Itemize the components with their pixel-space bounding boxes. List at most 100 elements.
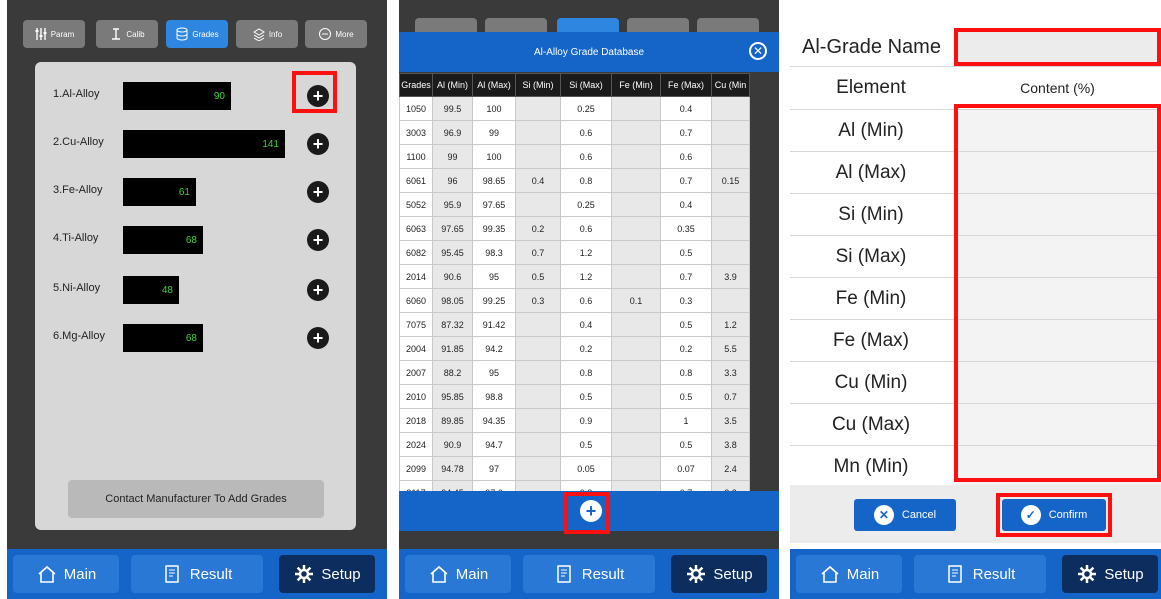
table-cell: 0.6 <box>560 120 612 145</box>
table-row[interactable]: 2024 90.9 94.7 0.5 0.5 3.8 <box>399 432 750 457</box>
main-nav-button[interactable]: Main <box>796 555 902 593</box>
table-cell: 97.65 <box>472 192 516 217</box>
table-cell: 2010 <box>399 384 433 409</box>
add-grade-button[interactable]: + <box>307 327 329 349</box>
table-row[interactable]: 2007 88.2 95 0.8 0.8 3.3 <box>399 360 750 385</box>
table-cell: 0.2 <box>560 336 612 361</box>
grade-label: 2.Cu-Alloy <box>53 136 104 148</box>
table-cell: 0.1 <box>611 288 661 313</box>
column-header: Grades <box>399 73 433 97</box>
result-nav-button[interactable]: Result <box>523 555 655 593</box>
setup-nav-button[interactable]: Setup <box>279 555 375 593</box>
dialog-header: Al-Alloy Grade Database ✕ <box>399 32 779 72</box>
result-nav-label: Result <box>972 565 1016 583</box>
add-grade-button[interactable]: + <box>307 279 329 301</box>
grades-tab[interactable]: Grades <box>166 20 228 48</box>
table-row[interactable]: 1100 99 100 0.6 0.6 <box>399 144 750 169</box>
table-cell: 0.5 <box>560 432 612 457</box>
table-row[interactable]: 2099 94.78 97 0.05 0.07 2.4 <box>399 456 750 481</box>
table-cell: 3.9 <box>711 264 750 289</box>
add-grade-button[interactable]: + <box>307 229 329 251</box>
table-cell: 0.5 <box>560 384 612 409</box>
table-cell: 0.05 <box>560 456 612 481</box>
element-label: Cu (Max) <box>831 414 911 435</box>
table-cell: 89.85 <box>432 408 473 433</box>
table-row[interactable]: 1050 99.5 100 0.25 0.4 <box>399 96 750 121</box>
table-row[interactable]: 2010 95.85 98.8 0.5 0.5 0.7 <box>399 384 750 409</box>
grid-header-row: Element Content (%) <box>790 66 1161 109</box>
table-cell <box>515 432 561 457</box>
table-cell: 0.9 <box>560 408 612 433</box>
more-tab[interactable]: More <box>305 20 367 48</box>
table-cell: 91.85 <box>432 336 473 361</box>
param-tab[interactable]: Param <box>23 20 85 48</box>
table-row[interactable]: 6082 95.45 98.3 0.7 1.2 0.5 <box>399 240 750 265</box>
table-cell: 88.2 <box>432 360 473 385</box>
table-cell: 1.2 <box>560 240 612 265</box>
table-cell: 98.8 <box>472 384 516 409</box>
table-cell: 0.7 <box>660 168 712 193</box>
table-row[interactable]: 6063 97.65 99.35 0.2 0.6 0.35 <box>399 216 750 241</box>
table-cell: 3.5 <box>711 408 750 433</box>
table-row[interactable]: 6061 96 98.65 0.4 0.8 0.7 0.15 <box>399 168 750 193</box>
table-cell: 99.5 <box>432 96 473 121</box>
calib-tab[interactable]: Calib <box>96 20 158 48</box>
table-cell: 0.4 <box>660 192 712 217</box>
table-cell: 0.3 <box>515 288 561 313</box>
table-cell: 98.05 <box>432 288 473 313</box>
table-cell: 2014 <box>399 264 433 289</box>
table-row[interactable]: 7075 87.32 91.42 0.4 0.5 1.2 <box>399 312 750 337</box>
result-nav-button[interactable]: Result <box>914 555 1046 593</box>
home-icon <box>430 565 448 583</box>
close-icon: ✕ <box>873 505 894 525</box>
main-nav-label: Main <box>846 565 880 583</box>
report-icon <box>556 565 571 583</box>
table-cell <box>611 336 661 361</box>
table-cell: 91.42 <box>472 312 516 337</box>
table-cell <box>611 240 661 265</box>
result-nav-label: Result <box>581 565 625 583</box>
grade-name-row: Al-Grade Name <box>790 28 1161 66</box>
close-icon[interactable]: ✕ <box>749 42 767 60</box>
table-cell: 90.6 <box>432 264 473 289</box>
table-row[interactable]: 2014 90.6 95 0.5 1.2 0.7 3.9 <box>399 264 750 289</box>
table-row[interactable]: 2018 89.85 94.35 0.9 1 3.5 <box>399 408 750 433</box>
table-cell <box>611 408 661 433</box>
content-header: Content (%) <box>954 67 1161 109</box>
setup-nav-button[interactable]: Setup <box>1062 555 1158 593</box>
table-cell <box>515 192 561 217</box>
table-row[interactable]: 2004 91.85 94.2 0.2 0.2 5.5 <box>399 336 750 361</box>
element-label: Cu (Min) <box>834 372 908 393</box>
table-cell: 6063 <box>399 216 433 241</box>
result-nav-button[interactable]: Result <box>131 555 263 593</box>
table-row[interactable]: 6060 98.05 99.25 0.3 0.6 0.1 0.3 <box>399 288 750 313</box>
add-grade-button[interactable]: + <box>307 181 329 203</box>
cancel-button[interactable]: ✕ Cancel <box>854 499 956 531</box>
grade-label: 3.Fe-Alloy <box>53 184 103 196</box>
info-tab[interactable]: Info <box>236 20 298 48</box>
table-cell <box>611 216 661 241</box>
table-row[interactable]: 5052 95.9 97.65 0.25 0.4 <box>399 192 750 217</box>
grade-label: 6.Mg-Alloy <box>53 330 105 342</box>
table-cell: 0.3 <box>660 288 712 313</box>
table-cell <box>515 336 561 361</box>
table-cell: 97 <box>472 456 516 481</box>
table-cell: 0.5 <box>660 240 712 265</box>
main-nav-button[interactable]: Main <box>405 555 511 593</box>
add-grade-button[interactable]: + <box>307 133 329 155</box>
table-cell: 100 <box>472 96 516 121</box>
add-grade-screen: Al-Grade Name Element Content (%) Al (Mi… <box>790 0 1161 599</box>
main-nav-button[interactable]: Main <box>13 555 119 593</box>
dialog-footer: + <box>399 491 779 534</box>
info-stack-icon <box>252 28 265 41</box>
grade-row: 3.Fe-Alloy 61 + <box>35 176 356 206</box>
table-cell: 99 <box>472 120 516 145</box>
contact-manufacturer-button[interactable]: Contact Manufacturer To Add Grades <box>68 480 324 518</box>
table-row[interactable]: 3003 96.9 99 0.6 0.7 <box>399 120 750 145</box>
table-cell: 0.6 <box>560 144 612 169</box>
setup-nav-button[interactable]: Setup <box>671 555 767 593</box>
table-cell: 99.25 <box>472 288 516 313</box>
highlight-box <box>564 492 610 534</box>
table-cell <box>611 264 661 289</box>
table-cell: 0.15 <box>711 168 750 193</box>
